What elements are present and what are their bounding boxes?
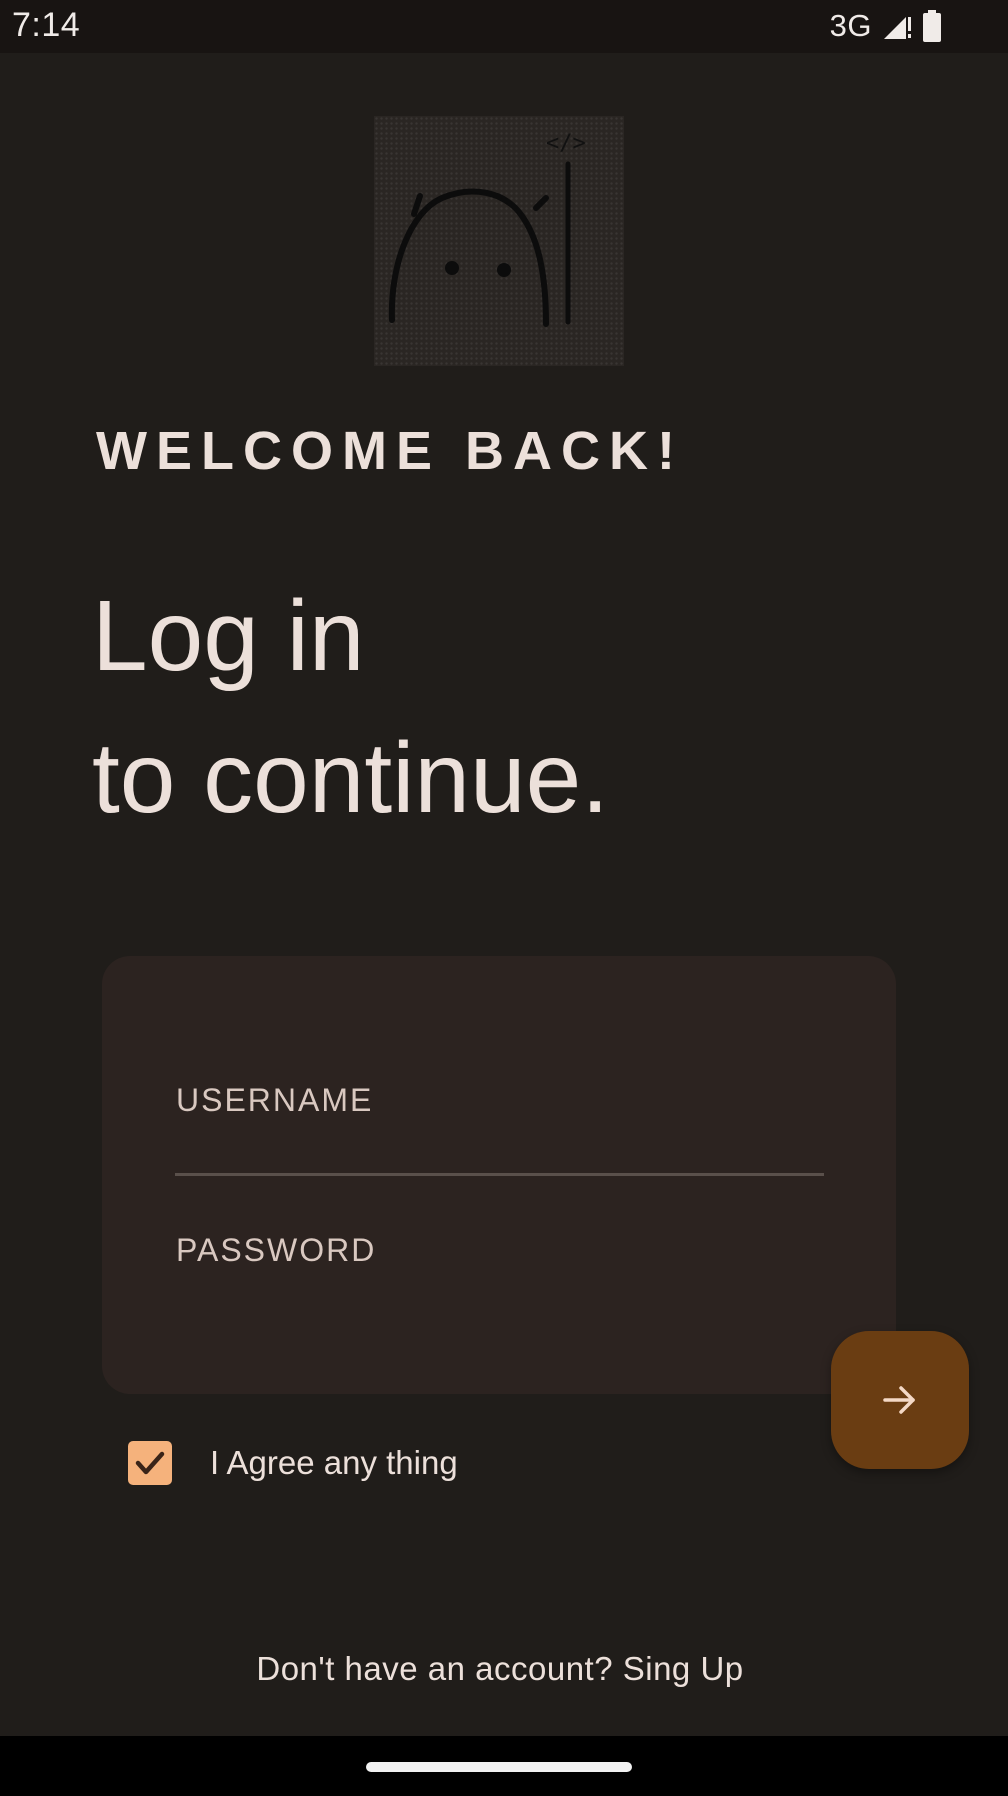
submit-login-button[interactable] xyxy=(831,1331,969,1469)
username-field[interactable]: USERNAME xyxy=(176,1082,373,1119)
check-icon xyxy=(135,1451,165,1475)
code-tag-text: </> xyxy=(546,131,586,156)
status-icons: 3G xyxy=(830,6,942,46)
headline-line-2: to continue. xyxy=(92,722,610,834)
app-logo: </> xyxy=(374,116,624,366)
signup-link[interactable]: Don't have an account? Sing Up xyxy=(0,1650,1000,1688)
status-time: 7:14 xyxy=(12,6,81,44)
agree-label[interactable]: I Agree any thing xyxy=(210,1444,458,1482)
status-bar: 7:14 3G xyxy=(0,0,1008,53)
login-screen: 7:14 3G </> WELCOME BACK! Log in to cont… xyxy=(0,0,1008,1796)
code-mascot-logo: </> xyxy=(388,131,586,327)
arrow-right-icon xyxy=(883,1386,915,1414)
gesture-handle[interactable] xyxy=(366,1762,632,1772)
battery-icon xyxy=(923,10,941,42)
network-type: 3G xyxy=(829,8,872,43)
welcome-heading: WELCOME BACK! xyxy=(96,421,684,481)
password-field[interactable]: PASSWORD xyxy=(176,1232,376,1269)
system-nav-bar xyxy=(0,1736,1008,1796)
login-form-card: USERNAME PASSWORD xyxy=(102,956,896,1394)
signal-icon xyxy=(884,17,911,39)
headline-line-1: Log in xyxy=(92,580,365,692)
agree-checkbox[interactable] xyxy=(128,1441,172,1485)
username-underline xyxy=(175,1173,824,1176)
